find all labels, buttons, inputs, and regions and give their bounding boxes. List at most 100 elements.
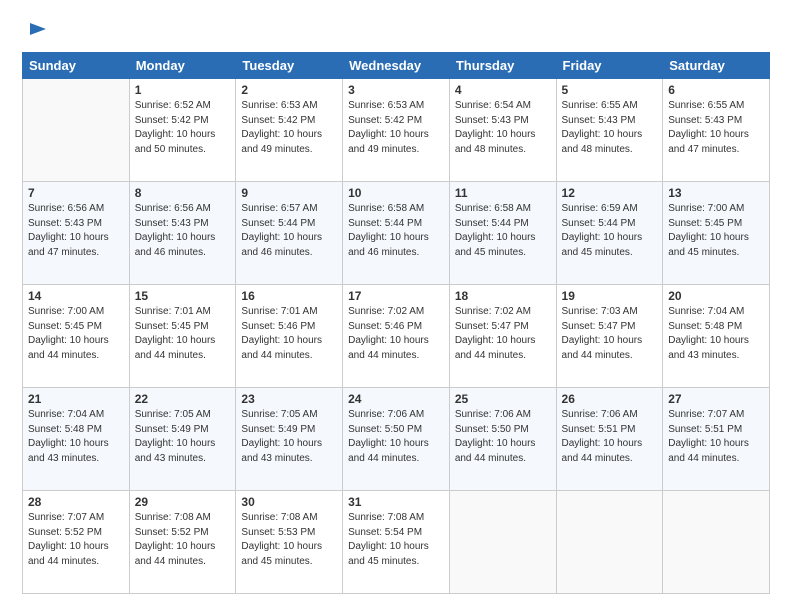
cell-info: Sunrise: 7:04 AMSunset: 5:48 PMDaylight:… bbox=[668, 305, 764, 363]
calendar-cell: 12 Sunrise: 6:59 AMSunset: 5:44 PMDayligh… bbox=[556, 182, 663, 285]
calendar-cell: 17 Sunrise: 7:02 AMSunset: 5:46 PMDayligh… bbox=[343, 285, 450, 388]
cell-info: Sunrise: 7:07 AMSunset: 5:51 PMDaylight:… bbox=[668, 408, 764, 466]
cell-info: Sunrise: 7:00 AMSunset: 5:45 PMDaylight:… bbox=[28, 305, 124, 363]
calendar-cell: 29 Sunrise: 7:08 AMSunset: 5:52 PMDayligh… bbox=[129, 491, 236, 594]
day-number: 27 bbox=[668, 392, 764, 406]
calendar-cell: 10 Sunrise: 6:58 AMSunset: 5:44 PMDayligh… bbox=[343, 182, 450, 285]
cell-info: Sunrise: 7:00 AMSunset: 5:45 PMDaylight:… bbox=[668, 202, 764, 260]
cell-info: Sunrise: 6:55 AMSunset: 5:43 PMDaylight:… bbox=[562, 99, 658, 157]
weekday-header-wednesday: Wednesday bbox=[343, 53, 450, 79]
day-number: 24 bbox=[348, 392, 444, 406]
weekday-header-row: SundayMondayTuesdayWednesdayThursdayFrid… bbox=[23, 53, 770, 79]
day-number: 30 bbox=[241, 495, 337, 509]
calendar-cell: 27 Sunrise: 7:07 AMSunset: 5:51 PMDayligh… bbox=[663, 388, 770, 491]
logo-flag-icon bbox=[26, 20, 48, 42]
weekday-header-friday: Friday bbox=[556, 53, 663, 79]
day-number: 28 bbox=[28, 495, 124, 509]
cell-info: Sunrise: 7:02 AMSunset: 5:47 PMDaylight:… bbox=[455, 305, 551, 363]
day-number: 14 bbox=[28, 289, 124, 303]
calendar-cell bbox=[556, 491, 663, 594]
cell-info: Sunrise: 7:08 AMSunset: 5:52 PMDaylight:… bbox=[135, 511, 231, 569]
day-number: 13 bbox=[668, 186, 764, 200]
cell-info: Sunrise: 7:05 AMSunset: 5:49 PMDaylight:… bbox=[135, 408, 231, 466]
cell-info: Sunrise: 7:06 AMSunset: 5:50 PMDaylight:… bbox=[455, 408, 551, 466]
cell-info: Sunrise: 7:02 AMSunset: 5:46 PMDaylight:… bbox=[348, 305, 444, 363]
calendar-cell bbox=[663, 491, 770, 594]
day-number: 2 bbox=[241, 83, 337, 97]
day-number: 26 bbox=[562, 392, 658, 406]
cell-info: Sunrise: 6:55 AMSunset: 5:43 PMDaylight:… bbox=[668, 99, 764, 157]
cell-info: Sunrise: 7:05 AMSunset: 5:49 PMDaylight:… bbox=[241, 408, 337, 466]
cell-info: Sunrise: 6:59 AMSunset: 5:44 PMDaylight:… bbox=[562, 202, 658, 260]
calendar-week-row: 14 Sunrise: 7:00 AMSunset: 5:45 PMDayligh… bbox=[23, 285, 770, 388]
day-number: 8 bbox=[135, 186, 231, 200]
day-number: 6 bbox=[668, 83, 764, 97]
cell-info: Sunrise: 7:06 AMSunset: 5:50 PMDaylight:… bbox=[348, 408, 444, 466]
calendar-cell: 26 Sunrise: 7:06 AMSunset: 5:51 PMDayligh… bbox=[556, 388, 663, 491]
day-number: 7 bbox=[28, 186, 124, 200]
calendar-cell: 18 Sunrise: 7:02 AMSunset: 5:47 PMDayligh… bbox=[449, 285, 556, 388]
calendar-week-row: 21 Sunrise: 7:04 AMSunset: 5:48 PMDayligh… bbox=[23, 388, 770, 491]
calendar-cell: 13 Sunrise: 7:00 AMSunset: 5:45 PMDayligh… bbox=[663, 182, 770, 285]
calendar-cell bbox=[23, 79, 130, 182]
calendar-cell: 20 Sunrise: 7:04 AMSunset: 5:48 PMDayligh… bbox=[663, 285, 770, 388]
day-number: 25 bbox=[455, 392, 551, 406]
cell-info: Sunrise: 6:58 AMSunset: 5:44 PMDaylight:… bbox=[455, 202, 551, 260]
cell-info: Sunrise: 7:08 AMSunset: 5:54 PMDaylight:… bbox=[348, 511, 444, 569]
day-number: 15 bbox=[135, 289, 231, 303]
calendar-cell: 15 Sunrise: 7:01 AMSunset: 5:45 PMDayligh… bbox=[129, 285, 236, 388]
day-number: 31 bbox=[348, 495, 444, 509]
calendar-cell: 23Sunrise: 7:05 AMSunset: 5:49 PMDayligh… bbox=[236, 388, 343, 491]
calendar-week-row: 28 Sunrise: 7:07 AMSunset: 5:52 PMDayligh… bbox=[23, 491, 770, 594]
day-number: 12 bbox=[562, 186, 658, 200]
cell-info: Sunrise: 6:54 AMSunset: 5:43 PMDaylight:… bbox=[455, 99, 551, 157]
cell-info: Sunrise: 7:01 AMSunset: 5:45 PMDaylight:… bbox=[135, 305, 231, 363]
weekday-header-tuesday: Tuesday bbox=[236, 53, 343, 79]
cell-info: Sunrise: 7:06 AMSunset: 5:51 PMDaylight:… bbox=[562, 408, 658, 466]
cell-info: Sunrise: 6:52 AMSunset: 5:42 PMDaylight:… bbox=[135, 99, 231, 157]
page: SundayMondayTuesdayWednesdayThursdayFrid… bbox=[0, 0, 792, 612]
calendar-cell: 9Sunrise: 6:57 AMSunset: 5:44 PMDaylight… bbox=[236, 182, 343, 285]
calendar-cell: 4 Sunrise: 6:54 AMSunset: 5:43 PMDaylight… bbox=[449, 79, 556, 182]
day-number: 19 bbox=[562, 289, 658, 303]
cell-info: Sunrise: 6:58 AMSunset: 5:44 PMDaylight:… bbox=[348, 202, 444, 260]
day-number: 29 bbox=[135, 495, 231, 509]
calendar-table: SundayMondayTuesdayWednesdayThursdayFrid… bbox=[22, 52, 770, 594]
day-number: 21 bbox=[28, 392, 124, 406]
calendar-cell bbox=[449, 491, 556, 594]
calendar-cell: 3 Sunrise: 6:53 AMSunset: 5:42 PMDaylight… bbox=[343, 79, 450, 182]
day-number: 18 bbox=[455, 289, 551, 303]
calendar-cell: 30 Sunrise: 7:08 AMSunset: 5:53 PMDayligh… bbox=[236, 491, 343, 594]
cell-info: Sunrise: 7:04 AMSunset: 5:48 PMDaylight:… bbox=[28, 408, 124, 466]
weekday-header-monday: Monday bbox=[129, 53, 236, 79]
day-number: 16 bbox=[241, 289, 337, 303]
calendar-cell: 7Sunrise: 6:56 AMSunset: 5:43 PMDaylight… bbox=[23, 182, 130, 285]
weekday-header-saturday: Saturday bbox=[663, 53, 770, 79]
calendar-week-row: 1 Sunrise: 6:52 AMSunset: 5:42 PMDaylight… bbox=[23, 79, 770, 182]
cell-info: Sunrise: 7:07 AMSunset: 5:52 PMDaylight:… bbox=[28, 511, 124, 569]
calendar-cell: 16Sunrise: 7:01 AMSunset: 5:46 PMDayligh… bbox=[236, 285, 343, 388]
day-number: 17 bbox=[348, 289, 444, 303]
calendar-cell: 28 Sunrise: 7:07 AMSunset: 5:52 PMDayligh… bbox=[23, 491, 130, 594]
day-number: 1 bbox=[135, 83, 231, 97]
calendar-cell: 31 Sunrise: 7:08 AMSunset: 5:54 PMDayligh… bbox=[343, 491, 450, 594]
calendar-cell: 11 Sunrise: 6:58 AMSunset: 5:44 PMDayligh… bbox=[449, 182, 556, 285]
day-number: 5 bbox=[562, 83, 658, 97]
cell-info: Sunrise: 6:53 AMSunset: 5:42 PMDaylight:… bbox=[348, 99, 444, 157]
day-number: 10 bbox=[348, 186, 444, 200]
header bbox=[22, 18, 770, 42]
day-number: 9 bbox=[241, 186, 337, 200]
calendar-cell: 2Sunrise: 6:53 AMSunset: 5:42 PMDaylight… bbox=[236, 79, 343, 182]
calendar-cell: 5 Sunrise: 6:55 AMSunset: 5:43 PMDaylight… bbox=[556, 79, 663, 182]
weekday-header-sunday: Sunday bbox=[23, 53, 130, 79]
day-number: 11 bbox=[455, 186, 551, 200]
cell-info: Sunrise: 7:08 AMSunset: 5:53 PMDaylight:… bbox=[241, 511, 337, 569]
calendar-cell: 8Sunrise: 6:56 AMSunset: 5:43 PMDaylight… bbox=[129, 182, 236, 285]
calendar-cell: 24 Sunrise: 7:06 AMSunset: 5:50 PMDayligh… bbox=[343, 388, 450, 491]
calendar-cell: 1 Sunrise: 6:52 AMSunset: 5:42 PMDaylight… bbox=[129, 79, 236, 182]
day-number: 20 bbox=[668, 289, 764, 303]
calendar-cell: 14 Sunrise: 7:00 AMSunset: 5:45 PMDayligh… bbox=[23, 285, 130, 388]
day-number: 3 bbox=[348, 83, 444, 97]
calendar-cell: 25 Sunrise: 7:06 AMSunset: 5:50 PMDayligh… bbox=[449, 388, 556, 491]
day-number: 4 bbox=[455, 83, 551, 97]
